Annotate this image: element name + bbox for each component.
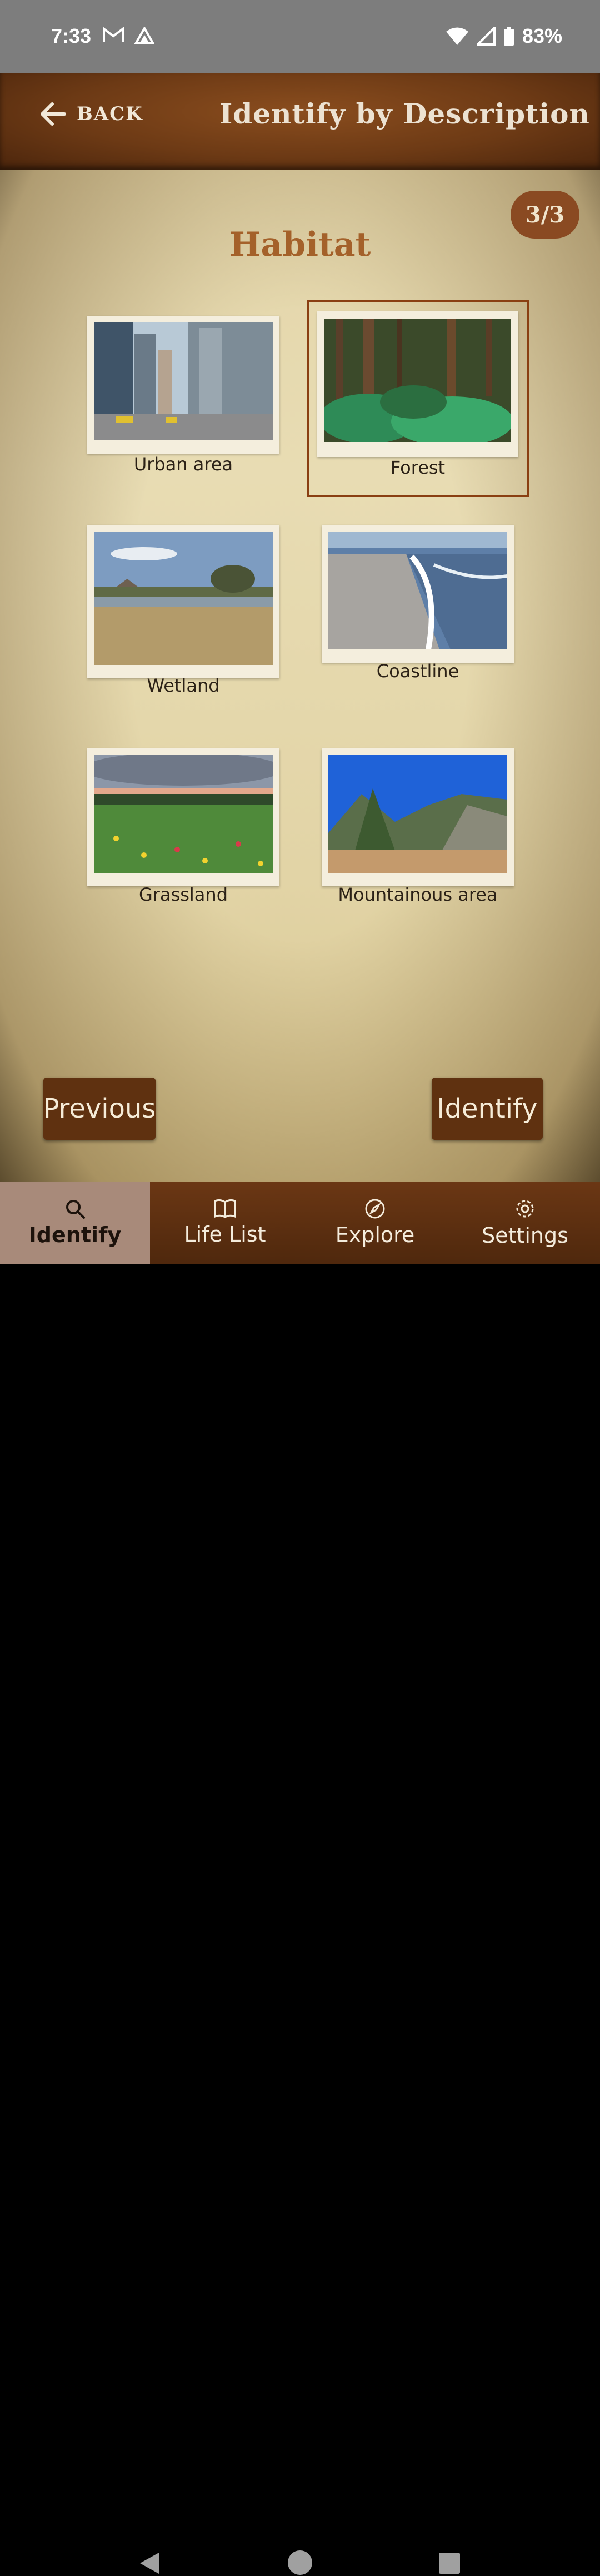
previous-button[interactable]: Previous [43, 1078, 156, 1140]
battery-level: 83% [522, 24, 562, 47]
habitat-label: Wetland [147, 675, 220, 696]
recents-square-icon[interactable] [438, 2552, 461, 2575]
gmail-icon [103, 27, 124, 42]
mountainous-area-photo [328, 755, 507, 873]
back-button[interactable]: BACK [39, 102, 143, 126]
home-circle-icon[interactable] [287, 2549, 313, 2576]
nav-item-life-list[interactable]: Life List [150, 1182, 300, 1264]
identify-button[interactable]: Identify [432, 1078, 543, 1140]
book-icon [214, 1199, 236, 1218]
status-time: 7:33 [51, 24, 92, 47]
wetland-photo [94, 532, 273, 665]
bottom-nav: Identify Life List Explore Settings [0, 1182, 600, 1264]
grassland-photo [94, 755, 273, 873]
back-triangle-icon[interactable] [137, 2550, 162, 2576]
page-title: Identify by Description [219, 97, 590, 130]
habitat-tile-forest[interactable]: Forest [317, 311, 518, 484]
status-bar: 7:33 83% [0, 0, 600, 73]
arrow-left-icon [41, 102, 66, 126]
nav-label: Settings [482, 1223, 568, 1248]
nav-label: Identify [28, 1223, 122, 1247]
habitat-tile-grassland[interactable]: Grassland [87, 748, 279, 910]
habitat-label: Coastline [376, 661, 459, 682]
back-label: BACK [77, 103, 143, 125]
nav-label: Explore [335, 1223, 415, 1247]
nav-item-settings[interactable]: Settings [450, 1182, 600, 1264]
signal-icon [476, 27, 496, 46]
gear-icon [516, 1200, 534, 1218]
habitat-tile-urban-area[interactable]: Urban area [87, 316, 279, 475]
nav-label: Life List [184, 1222, 266, 1247]
notification-icons [102, 27, 154, 44]
habitat-label: Grassland [139, 884, 228, 905]
system-nav-bar [0, 1264, 600, 2575]
wifi-icon [446, 27, 468, 45]
habitat-tile-coastline[interactable]: Coastline [322, 525, 514, 686]
compass-icon [365, 1199, 385, 1219]
search-icon [66, 1200, 85, 1219]
habitat-label: Forest [390, 457, 446, 478]
forest-photo [324, 319, 511, 442]
habitat-tile-mountainous-area[interactable]: Mountainous area [322, 748, 514, 910]
coastline-photo [328, 532, 507, 649]
habitat-label: Urban area [133, 454, 233, 475]
nav-item-explore[interactable]: Explore [300, 1182, 450, 1264]
battery-icon [503, 27, 514, 46]
nav-item-identify[interactable]: Identify [0, 1182, 150, 1264]
habitat-tile-wetland[interactable]: Wetland [87, 525, 279, 703]
section-title: Habitat [229, 225, 371, 264]
urban-area-photo [94, 322, 273, 440]
drive-icon [134, 27, 154, 44]
habitat-label: Mountainous area [338, 884, 498, 905]
app-header: BACK Identify by Description [0, 73, 600, 170]
